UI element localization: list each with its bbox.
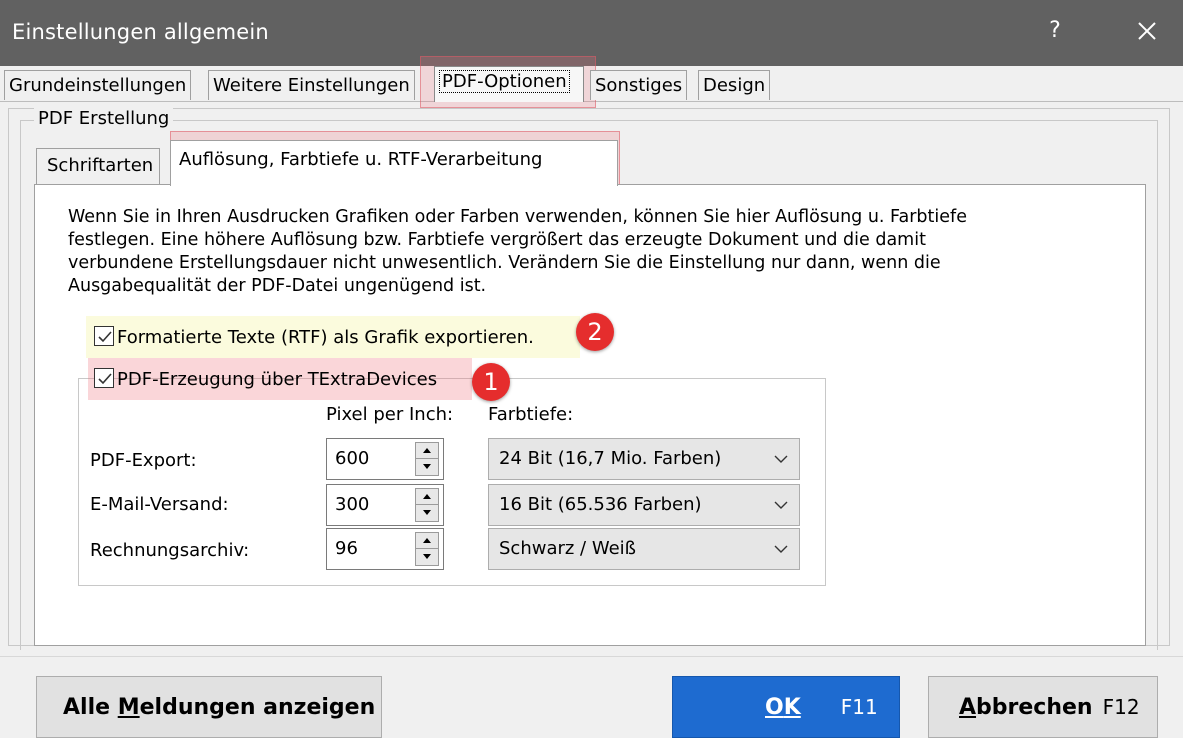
shortcut-key: F12 (1102, 695, 1140, 719)
spin-buttons (415, 442, 439, 476)
description-line: festlegen. Eine höhere Auflösung bzw. Fa… (68, 230, 926, 250)
ppi-spin-email-versand[interactable]: 300 (326, 484, 444, 526)
chevron-down-icon (774, 545, 788, 553)
rtf-checkbox-label: Formatierte Texte (RTF) als Grafik expor… (117, 327, 534, 348)
chevron-down-icon (774, 455, 788, 463)
tab-label: Schriftarten (47, 155, 154, 176)
group-label: PDF Erstellung (34, 108, 174, 129)
checkbox-box[interactable] (94, 326, 114, 346)
farbtiefe-select-email-versand[interactable]: 16 Bit (65.536 Farben) (488, 484, 800, 526)
spin-buttons (415, 532, 439, 566)
close-button[interactable] (1130, 14, 1164, 48)
tab-pdf-optionen[interactable]: PDF-Optionen (434, 66, 584, 102)
ppi-value: 600 (335, 448, 370, 469)
button-label-accel: O (765, 695, 784, 720)
tab-design[interactable]: Design (698, 70, 771, 100)
description-line: Ausgabequalität der PDF-Datei ungenügend… (68, 276, 487, 296)
checkbox-box[interactable] (94, 368, 114, 388)
arrow-up-icon (423, 538, 431, 543)
farbtiefe-value: 24 Bit (16,7 Mio. Farben) (499, 448, 722, 469)
farbtiefe-value: Schwarz / Weiß (499, 538, 636, 559)
tab-aufloesung[interactable]: Auflösung, Farbtiefe u. RTF-Verarbeitung (170, 140, 618, 186)
annotation-badge-1: 1 (472, 363, 510, 401)
shortcut-key: F11 (840, 695, 878, 719)
spin-down-button[interactable] (416, 459, 438, 475)
tab-label: Weitere Einstellungen (213, 75, 410, 96)
description-line: Wenn Sie in Ihren Ausdrucken Grafiken od… (68, 207, 967, 227)
description-text: Wenn Sie in Ihren Ausdrucken Grafiken od… (68, 206, 1098, 298)
arrow-down-icon (423, 464, 431, 469)
button-label: Alle (63, 695, 118, 720)
arrow-down-icon (423, 510, 431, 515)
ppi-spin-rechnungsarchiv[interactable]: 96 (326, 528, 444, 570)
ppi-value: 300 (335, 494, 370, 515)
tab-label: Auflösung, Farbtiefe u. RTF-Verarbeitung (179, 149, 543, 170)
arrow-up-icon (423, 494, 431, 499)
spin-down-button[interactable] (416, 505, 438, 521)
header-farbtiefe: Farbtiefe: (488, 404, 574, 425)
button-label: K (783, 695, 801, 720)
farbtiefe-value: 16 Bit (65.536 Farben) (499, 494, 702, 515)
texdevices-checkbox[interactable]: PDF-Erzeugung über TExtraDevices (94, 368, 437, 390)
ok-button[interactable]: OK F11 (672, 676, 900, 738)
row-label-email-versand: E-Mail-Versand: (90, 494, 229, 515)
header-ppi: Pixel per Inch: (326, 404, 454, 425)
window-title: Einstellungen allgemein (12, 20, 269, 44)
tab-weitere-einstellungen[interactable]: Weitere Einstellungen (208, 70, 415, 100)
show-all-messages-button[interactable]: Alle Meldungen anzeigen (36, 676, 382, 738)
button-label: bbrechen (976, 695, 1093, 720)
cancel-button[interactable]: Abbrechen F12 (928, 676, 1158, 738)
tab-label: Grundeinstellungen (9, 75, 187, 96)
annotation-badge-2: 2 (576, 313, 614, 351)
row-label-rechnungsarchiv: Rechnungsarchiv: (90, 540, 250, 561)
tab-label: Design (703, 75, 766, 96)
spin-buttons (415, 488, 439, 522)
help-button[interactable]: ? (1040, 18, 1070, 43)
tab-label: Sonstiges (595, 75, 683, 96)
farbtiefe-select-rechnungsarchiv[interactable]: Schwarz / Weiß (488, 528, 800, 570)
ppi-spin-pdf-export[interactable]: 600 (326, 438, 444, 480)
spin-down-button[interactable] (416, 549, 438, 565)
checkmark-icon (98, 373, 112, 385)
close-icon (1138, 22, 1156, 40)
description-line: verbundene Erstellungsdauer nicht unwese… (68, 253, 941, 273)
spin-up-button[interactable] (416, 533, 438, 549)
arrow-down-icon (423, 554, 431, 559)
farbtiefe-select-pdf-export[interactable]: 24 Bit (16,7 Mio. Farben) (488, 438, 800, 480)
tab-sonstiges[interactable]: Sonstiges (590, 70, 688, 100)
chevron-down-icon (774, 501, 788, 509)
checkmark-icon (98, 331, 112, 343)
button-label-accel: A (959, 695, 977, 720)
rtf-checkbox[interactable]: Formatierte Texte (RTF) als Grafik expor… (94, 326, 534, 348)
row-label-pdf-export: PDF-Export: (90, 450, 197, 471)
arrow-up-icon (423, 448, 431, 453)
texdevices-checkbox-label: PDF-Erzeugung über TExtraDevices (117, 369, 438, 390)
button-label-accel: M (117, 695, 140, 720)
tab-label: PDF-Optionen (439, 70, 570, 93)
ppi-value: 96 (335, 538, 358, 559)
tab-schriftarten[interactable]: Schriftarten (36, 148, 161, 184)
spin-up-button[interactable] (416, 489, 438, 505)
button-label: eldungen anzeigen (139, 695, 376, 720)
spin-up-button[interactable] (416, 443, 438, 459)
tab-grundeinstellungen[interactable]: Grundeinstellungen (4, 70, 192, 100)
